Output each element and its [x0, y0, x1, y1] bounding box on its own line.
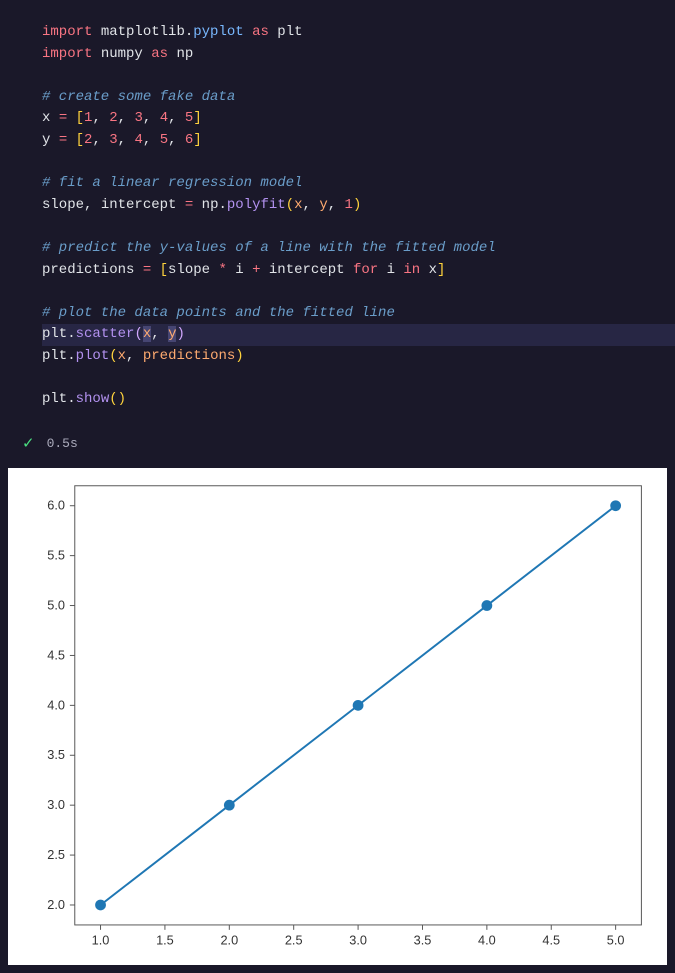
x-tick-label: 4.0: [478, 932, 496, 947]
code-line: y = [2, 3, 4, 5, 6]: [42, 130, 665, 152]
code-comment: # predict the y-values of a line with th…: [42, 238, 665, 260]
code-line: slope, intercept = np.polyfit(x, y, 1): [42, 195, 665, 217]
code-line: import matplotlib.pyplot as plt: [42, 22, 665, 44]
code-line: x = [1, 2, 3, 4, 5]: [42, 108, 665, 130]
x-tick-label: 1.0: [92, 932, 110, 947]
code-line: [42, 65, 665, 87]
y-tick-label: 2.0: [47, 897, 65, 912]
scatter-point: [95, 900, 106, 911]
scatter-point: [224, 800, 235, 811]
execution-time: 0.5s: [47, 434, 78, 454]
matplotlib-figure: 1.0 1.5 2.0 2.5 3.0 3.5 4.0 4.5 5.0 2.0 2.5 3.0 3.5 4…: [14, 474, 661, 959]
scatter-point: [353, 700, 364, 711]
code-line: [42, 368, 665, 390]
x-tick-label: 5.0: [607, 932, 625, 947]
y-tick-label: 3.0: [47, 797, 65, 812]
success-check-icon: ✓: [22, 433, 35, 456]
x-tick-label: 2.5: [285, 932, 303, 947]
execution-status: ✓ 0.5s: [0, 429, 675, 468]
code-line: plt.show(): [42, 389, 665, 411]
code-line: plt.plot(x, predictions): [42, 346, 665, 368]
y-tick-label: 4.0: [47, 697, 65, 712]
scatter-point: [481, 600, 492, 611]
code-line: [42, 216, 665, 238]
x-tick-label: 2.0: [220, 932, 238, 947]
y-tick-label: 2.5: [47, 847, 65, 862]
code-comment: # fit a linear regression model: [42, 173, 665, 195]
code-comment: # plot the data points and the fitted li…: [42, 303, 665, 325]
x-tick-label: 4.5: [542, 932, 560, 947]
code-line-highlighted: plt.scatter(x, y): [42, 324, 675, 346]
y-tick-label: 6.0: [47, 498, 65, 513]
x-tick-label: 1.5: [156, 932, 174, 947]
y-tick-label: 5.5: [47, 547, 65, 562]
kw-import: import: [42, 24, 92, 40]
code-line: predictions = [slope * i + intercept for…: [42, 260, 665, 282]
code-line: [42, 281, 665, 303]
scatter-point: [610, 500, 621, 511]
y-tick-label: 4.5: [47, 647, 65, 662]
code-block[interactable]: import matplotlib.pyplot as plt import n…: [0, 0, 675, 429]
code-comment: # create some fake data: [42, 87, 665, 109]
code-line: import numpy as np: [42, 44, 665, 66]
y-tick-label: 3.5: [47, 747, 65, 762]
y-tick-label: 5.0: [47, 597, 65, 612]
x-tick-label: 3.0: [349, 932, 367, 947]
code-line: [42, 152, 665, 174]
x-tick-label: 3.5: [414, 932, 432, 947]
plot-output: 1.0 1.5 2.0 2.5 3.0 3.5 4.0 4.5 5.0 2.0 2.5 3.0 3.5 4…: [8, 468, 667, 965]
